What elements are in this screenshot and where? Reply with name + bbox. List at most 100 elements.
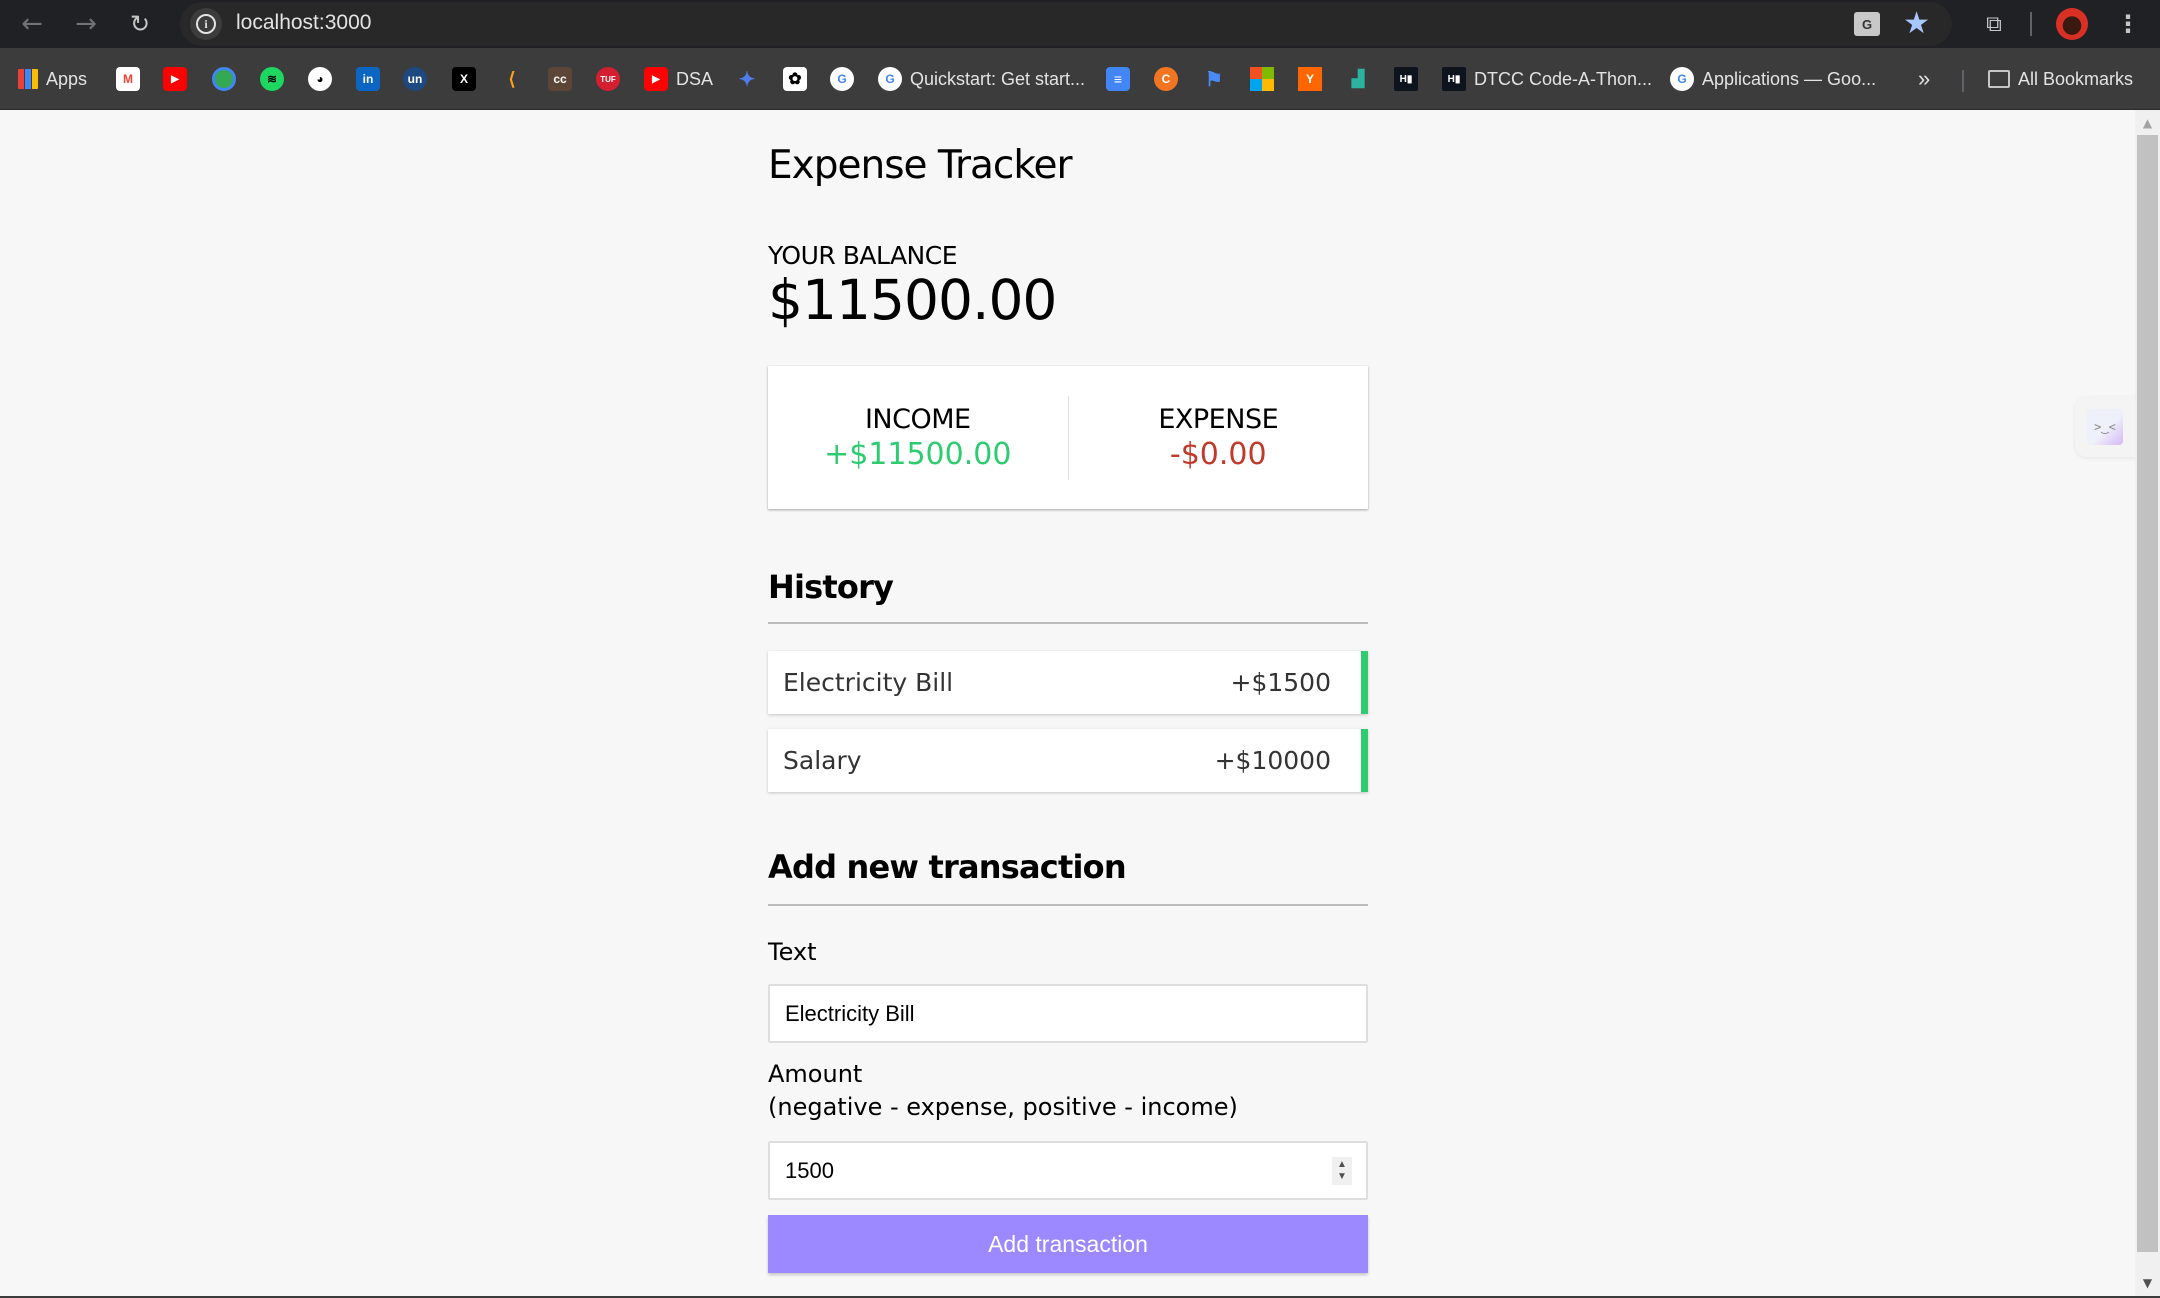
page-scrollbar[interactable]: ▲ ▼ bbox=[2135, 110, 2160, 1296]
bookmark-spotify[interactable]: ≋ bbox=[260, 64, 284, 94]
transaction-amount: +$1500 bbox=[1230, 668, 1331, 697]
back-button[interactable]: ← bbox=[16, 8, 48, 40]
bookmark-applications[interactable]: G Applications — Goo... bbox=[1670, 64, 1876, 94]
bookmark-dtcc-codeathon[interactable]: H▮ DTCC Code-A-Thon... bbox=[1442, 64, 1652, 94]
bookmarks-overflow-button[interactable]: » bbox=[1918, 64, 1930, 94]
github-icon: ◕ bbox=[308, 67, 332, 91]
transaction-text: Salary bbox=[783, 746, 862, 775]
bookmark-label: DTCC Code-A-Thon... bbox=[1474, 68, 1653, 89]
bookmark-unstop[interactable]: un bbox=[403, 64, 427, 94]
chatgpt-icon: ✿ bbox=[783, 67, 807, 91]
amount-field[interactable]: ▲ ▼ bbox=[768, 1141, 1368, 1200]
bookmark-x[interactable]: X bbox=[452, 64, 476, 94]
transaction-text: Electricity Bill bbox=[783, 668, 954, 697]
youtube-icon: ▶ bbox=[644, 67, 668, 91]
microsoft-icon bbox=[1250, 67, 1274, 91]
side-extension-widget[interactable]: >‿< bbox=[2075, 397, 2137, 457]
bookmark-codechef[interactable]: cc bbox=[548, 64, 572, 94]
bookmark-linkedin[interactable]: in bbox=[356, 64, 380, 94]
transaction-item[interactable]: Salary +$10000 bbox=[768, 729, 1368, 792]
flag-icon: ⚑ bbox=[1205, 68, 1223, 91]
stepper-up-icon[interactable]: ▲ bbox=[1337, 1159, 1347, 1171]
google-icon: G bbox=[830, 67, 854, 91]
bookmark-gmail[interactable]: M bbox=[116, 64, 140, 94]
hackerrank-icon: H▮ bbox=[1442, 67, 1466, 91]
bookmark-crunchyroll[interactable]: C bbox=[1154, 64, 1178, 94]
stepper-down-icon[interactable]: ▼ bbox=[1337, 1171, 1347, 1183]
gmail-icon: M bbox=[116, 67, 140, 91]
toolbar-divider bbox=[2030, 12, 2032, 36]
all-bookmarks-button[interactable]: All Bookmarks bbox=[1988, 64, 2133, 94]
bookmark-ycombinator[interactable]: Y bbox=[1298, 64, 1322, 94]
text-input[interactable] bbox=[785, 1000, 1351, 1027]
url-text[interactable]: localhost:3000 bbox=[236, 11, 371, 35]
google-icon: G bbox=[878, 67, 902, 91]
bookmark-flag[interactable]: ⚑ bbox=[1202, 64, 1226, 94]
expense-summary: EXPENSE -$0.00 bbox=[1069, 404, 1369, 472]
bookmark-google-docs[interactable]: ≡ bbox=[1106, 64, 1130, 94]
kebab-menu-icon[interactable]: ⋮ bbox=[2112, 8, 2144, 40]
add-transaction-divider bbox=[768, 904, 1368, 906]
transaction-list: Electricity Bill +$1500 Salary +$10000 bbox=[768, 651, 1368, 807]
bookmark-youtube[interactable]: ▶ bbox=[163, 64, 187, 94]
bookmark-gemini[interactable]: ✦ bbox=[735, 64, 759, 94]
scroll-down-arrow-icon[interactable]: ▼ bbox=[2135, 1272, 2160, 1294]
income-value: +$11500.00 bbox=[824, 436, 1012, 472]
hackerrank-icon: H▮ bbox=[1394, 67, 1418, 91]
browser-toolbar: ← → ↻ i localhost:3000 G ★ ⧉ ⋮ bbox=[0, 0, 2160, 48]
bookmarks-bar: Apps M ▶ ≋ ◕ in un X ⟨ cc TUF ▶ DSA ✦ ✿ … bbox=[0, 48, 2160, 110]
income-summary: INCOME +$11500.00 bbox=[768, 404, 1068, 472]
profile-avatar[interactable] bbox=[2056, 8, 2088, 40]
bookmark-leetcode[interactable]: ⟨ bbox=[500, 64, 524, 94]
bookmark-hackerrank[interactable]: H▮ bbox=[1394, 64, 1418, 94]
bookmark-chatgpt[interactable]: ✿ bbox=[783, 64, 807, 94]
bookmark-label: DSA bbox=[676, 68, 714, 89]
bookmark-takeuforward[interactable]: TUF bbox=[596, 64, 620, 94]
bar-chart-icon: ▟ bbox=[1351, 71, 1365, 88]
bookmark-star-icon[interactable]: ★ bbox=[1903, 6, 1930, 42]
amount-hint: (negative - expense, positive - income) bbox=[768, 1093, 1238, 1121]
extensions-icon[interactable]: ⧉ bbox=[1978, 8, 2010, 40]
bookmark-google-maps[interactable] bbox=[212, 64, 236, 94]
double-chevron-right-icon: » bbox=[1918, 66, 1931, 91]
reload-icon: ↻ bbox=[129, 10, 151, 38]
forward-button[interactable]: → bbox=[70, 8, 102, 40]
map-pin-icon bbox=[212, 67, 236, 91]
crunchyroll-icon: C bbox=[1154, 67, 1178, 91]
bookmark-label: Applications — Goo... bbox=[1702, 68, 1877, 89]
site-info-button[interactable]: i bbox=[190, 8, 222, 40]
expense-value: -$0.00 bbox=[1169, 436, 1267, 472]
bookmark-apps[interactable]: Apps bbox=[18, 64, 87, 94]
income-label: INCOME bbox=[864, 403, 971, 435]
bookmark-google[interactable]: G bbox=[830, 64, 854, 94]
reload-button[interactable]: ↻ bbox=[124, 8, 156, 40]
transaction-item[interactable]: Electricity Bill +$1500 bbox=[768, 651, 1368, 714]
leetcode-icon: ⟨ bbox=[508, 68, 516, 89]
income-expense-card: INCOME +$11500.00 EXPENSE -$0.00 bbox=[768, 366, 1368, 509]
bookmark-dsa[interactable]: ▶ DSA bbox=[644, 64, 713, 94]
add-transaction-button[interactable]: Add transaction bbox=[768, 1215, 1368, 1273]
bookmarks-divider bbox=[1962, 70, 1964, 92]
amount-field-label: Amount (negative - expense, positive - i… bbox=[768, 1058, 1238, 1124]
translate-icon[interactable]: G bbox=[1854, 12, 1880, 36]
arrow-left-icon: ← bbox=[21, 9, 43, 39]
bookmark-github[interactable]: ◕ bbox=[308, 64, 332, 94]
bookmark-chart-app[interactable]: ▟ bbox=[1346, 64, 1370, 94]
text-field[interactable] bbox=[768, 984, 1368, 1043]
balance-label: YOUR BALANCE bbox=[768, 241, 958, 270]
amount-input[interactable] bbox=[785, 1157, 1351, 1184]
bookmark-microsoft[interactable] bbox=[1250, 64, 1274, 94]
scrollbar-thumb[interactable] bbox=[2137, 135, 2158, 1252]
unstop-icon: un bbox=[403, 67, 427, 91]
history-divider bbox=[768, 622, 1368, 624]
apps-grid-icon bbox=[18, 69, 38, 89]
scroll-up-arrow-icon[interactable]: ▲ bbox=[2135, 112, 2160, 134]
amount-stepper[interactable]: ▲ ▼ bbox=[1332, 1157, 1352, 1185]
youtube-icon: ▶ bbox=[163, 67, 187, 91]
bookmark-quickstart[interactable]: G Quickstart: Get start... bbox=[878, 64, 1085, 94]
spotify-icon: ≋ bbox=[260, 67, 284, 91]
bookmark-label: Apps bbox=[46, 68, 88, 89]
history-heading: History bbox=[768, 568, 894, 606]
balance-value: $11500.00 bbox=[768, 268, 1057, 332]
address-bar[interactable]: i localhost:3000 G ★ bbox=[180, 2, 1952, 46]
